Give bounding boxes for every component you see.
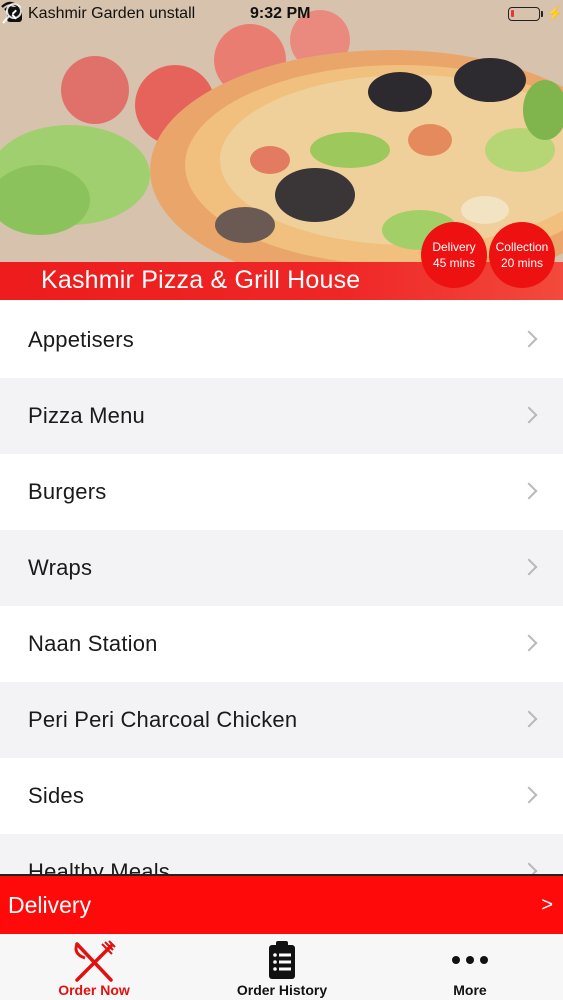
battery-tip [541,11,543,17]
delivery-arrow: > [541,894,553,916]
chevron-right-icon [520,482,538,500]
menu-item-healthy-meals[interactable]: Healthy Meals [0,834,563,874]
chevron-right-icon [520,558,538,576]
menu-item-burgers[interactable]: Burgers [0,454,563,530]
tab-label: Order Now [58,982,130,998]
chevron-right-icon [520,786,538,804]
fork-knife-icon [74,940,116,982]
tab-label: Order History [236,982,328,998]
menu-item-label: Pizza Menu [28,403,145,428]
menu-item-peri-peri-charcoal-chicken[interactable]: Peri Peri Charcoal Chicken [0,682,563,758]
more-dots-icon [452,956,488,964]
status-bar: Kashmir Garden unstall 9:32 PM ⚡ [0,0,563,30]
delivery-time-badge: Delivery 45 mins [421,222,487,288]
menu-item-label: Burgers [28,479,107,504]
badge-delivery-time: 45 mins [432,256,476,270]
menu-item-label: Naan Station [28,631,158,656]
menu-item-label: Wraps [28,555,93,580]
delivery-mode-label: Delivery [8,892,92,918]
badge-delivery-title: Delivery [432,240,476,254]
menu-item-appetisers[interactable]: Appetisers [0,302,563,378]
tab-more[interactable]: More [376,934,563,1000]
tab-order-now[interactable]: Order Now [0,934,188,1000]
lightning-bolt-icon: ⚡ [546,5,563,21]
tab-order-history[interactable]: Order History [188,934,376,1000]
battery-low-icon [508,7,540,21]
status-time: 9:32 PM [250,5,311,22]
clipboard-list-icon [269,941,295,979]
restaurant-name: Kashmir Pizza & Grill House [41,266,361,294]
menu-item-pizza-menu[interactable]: Pizza Menu [0,378,563,454]
menu-category-list[interactable]: Appetisers Pizza Menu Burgers Wraps Naan… [0,302,563,874]
badge-collection-title: Collection [495,240,549,254]
delivery-mode-bar[interactable]: Delivery > [0,874,563,934]
tab-label: More [453,982,487,998]
menu-item-label: Sides [28,783,85,808]
menu-item-label: Appetisers [28,327,134,352]
bottom-tab-bar: Order Now Order History More [0,934,563,1000]
badge-collection-time: 20 mins [500,256,544,270]
menu-item-label: Healthy Meals [28,859,170,874]
chevron-right-icon [520,330,538,348]
chevron-right-icon [520,862,538,874]
collection-time-badge: Collection 20 mins [489,222,555,288]
menu-item-naan-station[interactable]: Naan Station [0,606,563,682]
status-app-name[interactable]: Kashmir Garden unstall [28,5,195,23]
menu-item-label: Peri Peri Charcoal Chicken [28,707,298,732]
menu-item-sides[interactable]: Sides [0,758,563,834]
chevron-right-icon [520,406,538,424]
search-icon[interactable] [0,0,26,26]
chevron-right-icon [520,710,538,728]
menu-item-wraps[interactable]: Wraps [0,530,563,606]
chevron-right-icon [520,634,538,652]
